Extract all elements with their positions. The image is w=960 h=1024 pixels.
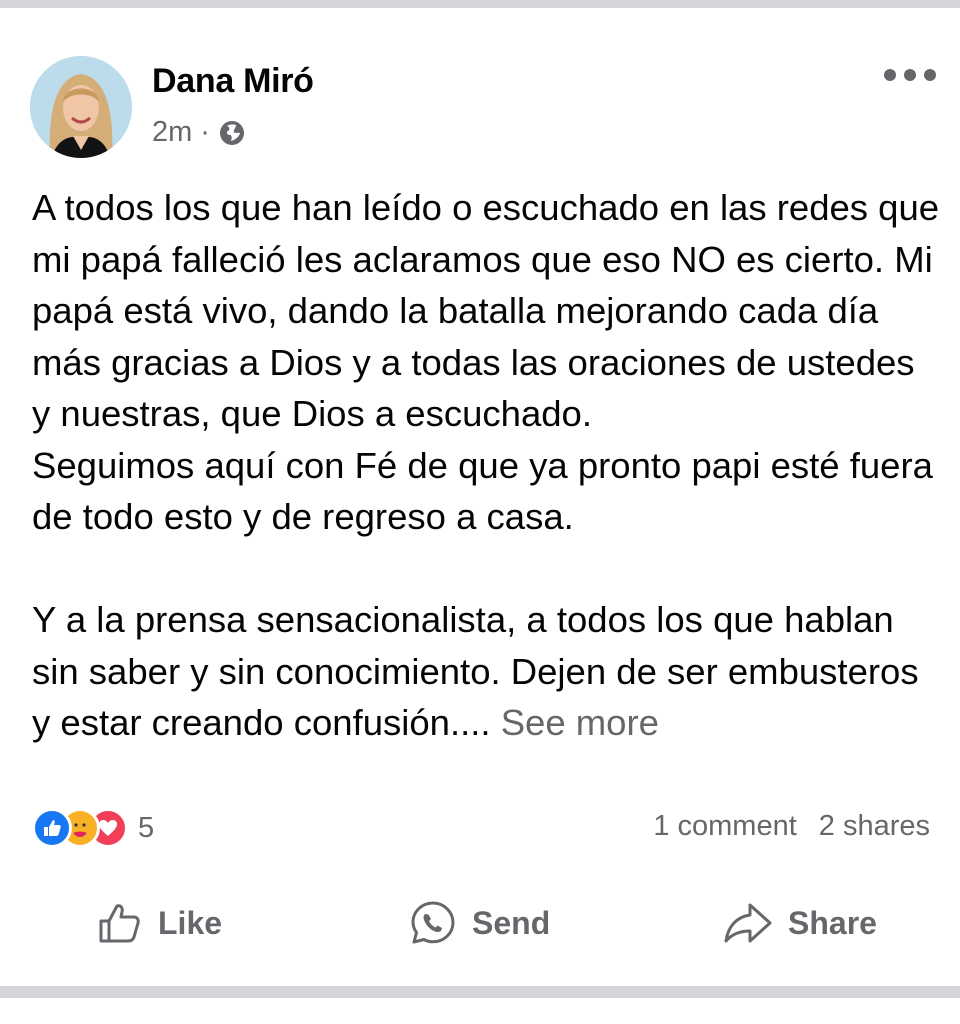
post-time[interactable]: 2m: [152, 116, 192, 149]
like-button[interactable]: Like: [96, 893, 222, 953]
dot: [904, 69, 916, 81]
post-text: A todos los que han leído o escuchado en…: [32, 182, 942, 749]
like-reaction-icon: [32, 808, 72, 848]
dot: [884, 69, 896, 81]
bottom-divider: [0, 986, 960, 998]
action-bar: Like Send Share: [0, 893, 960, 953]
send-button[interactable]: Send: [408, 893, 550, 953]
author-name[interactable]: Dana Miró: [152, 62, 314, 101]
share-arrow-icon: [724, 903, 772, 943]
engagement-stats: 1 comment 2 shares: [653, 810, 930, 843]
reaction-count[interactable]: 5: [138, 812, 154, 845]
dot: [924, 69, 936, 81]
thumbs-up-icon: [99, 904, 140, 943]
comments-count[interactable]: 1 comment: [653, 810, 796, 843]
whatsapp-icon: [411, 901, 455, 944]
see-more-link[interactable]: See more: [501, 702, 659, 743]
post-meta: 2m ·: [152, 116, 246, 149]
shares-count[interactable]: 2 shares: [819, 810, 930, 843]
globe-icon[interactable]: [218, 119, 246, 147]
top-divider: [0, 0, 960, 8]
facebook-post: Dana Miró 2m · A todos los que han leído…: [0, 0, 960, 1024]
like-label: Like: [158, 904, 223, 941]
share-label: Share: [788, 904, 877, 941]
avatar-photo: [30, 56, 132, 158]
meta-separator: ·: [200, 116, 210, 148]
reactions-summary[interactable]: 5: [32, 806, 154, 850]
more-options-icon[interactable]: [884, 64, 936, 86]
share-button[interactable]: Share: [722, 893, 877, 953]
avatar[interactable]: [30, 56, 132, 158]
post-paragraph: Seguimos aquí con Fé de que ya pronto pa…: [32, 444, 933, 538]
send-label: Send: [472, 904, 551, 941]
post-paragraph: A todos los que han leído o escuchado en…: [32, 187, 940, 434]
post-paragraph-truncated: Y a la prensa sensacionalista, a todos l…: [32, 594, 942, 749]
post-paragraph: Y a la prensa sensacionalista, a todos l…: [32, 599, 919, 743]
